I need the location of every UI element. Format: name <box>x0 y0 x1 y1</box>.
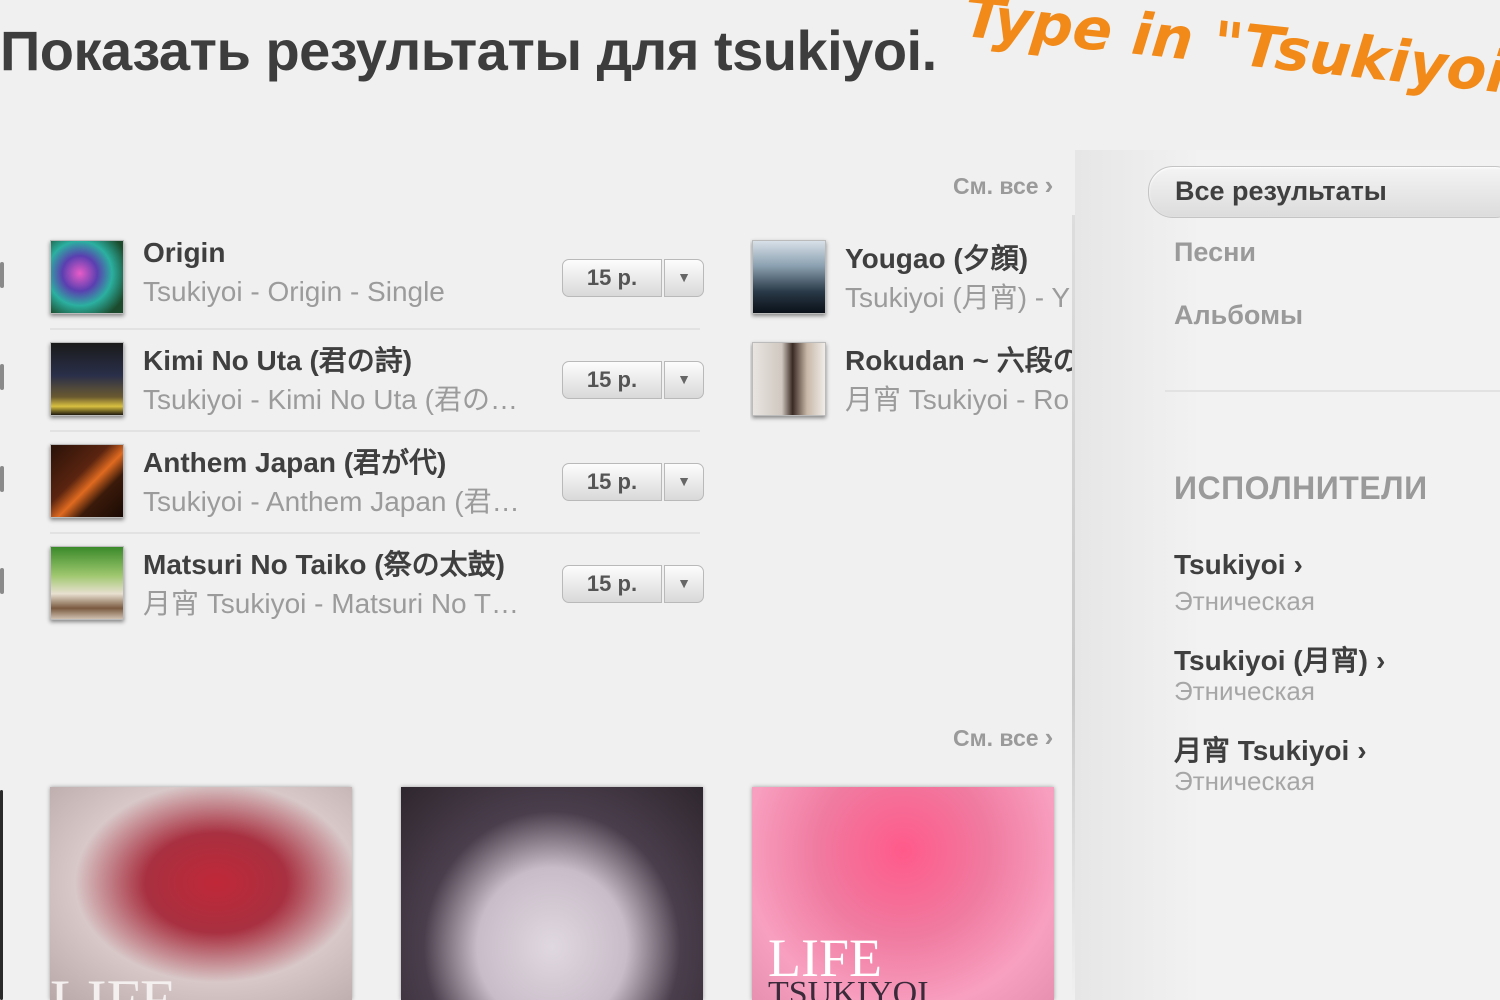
song-artwork <box>752 240 826 314</box>
artist-name-link[interactable]: Tsukiyoi (月宵) › <box>1174 639 1385 679</box>
albums-see-all-link[interactable]: См. все › <box>953 722 1053 753</box>
song-subtitle: Tsukiyoi - Origin - Single <box>143 276 445 307</box>
song-title: Kimi No Uta (君の詩) <box>143 345 413 376</box>
triangle-down-icon: ▼ <box>677 269 691 285</box>
see-all-label: См. все <box>953 725 1039 751</box>
song-row[interactable]: Rokudan ~ 六段の 月宵 Tsukiyoi - Ro <box>752 342 1072 430</box>
annotation-overlay: Type in "Tsukiyoi" <box>960 0 1500 110</box>
song-row[interactable]: Anthem Japan (君が代) Tsukiyoi - Anthem Jap… <box>50 444 710 544</box>
left-edge-indicator <box>0 568 4 594</box>
left-edge-indicator <box>0 364 4 390</box>
song-artwork <box>50 240 124 314</box>
triangle-down-icon: ▼ <box>677 371 691 387</box>
row-divider <box>50 532 700 534</box>
songs-see-all-link[interactable]: См. все › <box>953 170 1053 201</box>
song-title: Yougao (夕顔) <box>845 243 1029 274</box>
filter-albums[interactable]: Альбомы <box>1174 300 1303 331</box>
buy-button-group: 15 р. ▼ <box>562 361 704 399</box>
song-artwork <box>752 342 826 416</box>
buy-button-group: 15 р. ▼ <box>562 565 704 603</box>
sidebar-separator <box>1165 390 1500 392</box>
artist-name-link[interactable]: Tsukiyoi › <box>1174 549 1303 581</box>
chevron-right-icon: › <box>1293 549 1303 580</box>
song-subtitle: 月宵 Tsukiyoi - Matsuri No T… <box>143 588 519 619</box>
filter-label: Все результаты <box>1175 176 1387 206</box>
song-row[interactable]: Origin Tsukiyoi - Origin - Single 15 р. … <box>50 237 710 340</box>
filter-all-results[interactable]: Все результаты <box>1148 166 1500 218</box>
album-cover-subtext: TSUKIYOI <box>768 975 929 1000</box>
triangle-down-icon: ▼ <box>677 473 691 489</box>
page-title: Показать результаты для tsukiyoi. <box>0 19 937 82</box>
album-cover[interactable]: LIFE TSUKIYOI <box>752 787 1054 1000</box>
song-artwork <box>50 342 124 416</box>
buy-button-group: 15 р. ▼ <box>562 259 704 297</box>
price-button[interactable]: 15 р. <box>562 565 662 603</box>
dropdown-arrow-button[interactable]: ▼ <box>664 463 704 501</box>
triangle-down-icon: ▼ <box>677 575 691 591</box>
song-row[interactable]: Yougao (夕顔) Tsukiyoi (月宵) - Y <box>752 240 1072 340</box>
song-row[interactable]: Kimi No Uta (君の詩) Tsukiyoi - Kimi No Uta… <box>50 342 710 442</box>
song-artwork <box>50 444 124 518</box>
see-all-label: См. все <box>953 173 1039 199</box>
dropdown-arrow-button[interactable]: ▼ <box>664 565 704 603</box>
song-subtitle: Tsukiyoi - Kimi No Uta (君の… <box>143 384 518 415</box>
dropdown-arrow-button[interactable]: ▼ <box>664 361 704 399</box>
left-edge-indicator <box>0 466 4 492</box>
song-title: Rokudan ~ 六段の <box>845 345 1072 376</box>
row-divider <box>50 328 700 330</box>
songs-right-column: Yougao (夕顔) Tsukiyoi (月宵) - Y Rokudan ~ … <box>750 230 1072 430</box>
song-subtitle: Tsukiyoi - Anthem Japan (君… <box>143 486 520 517</box>
artist-genre: Этническая <box>1174 586 1315 616</box>
song-title: Origin <box>143 237 226 268</box>
left-edge-indicator <box>0 790 3 1000</box>
album-cover[interactable] <box>401 787 703 1000</box>
chevron-right-icon: › <box>1044 722 1054 752</box>
artist-name-link[interactable]: 月宵 Tsukiyoi › <box>1174 729 1367 769</box>
chevron-right-icon: › <box>1357 735 1367 766</box>
artists-heading: ИСПОЛНИТЕЛИ <box>1174 470 1428 506</box>
artist-genre: Этническая <box>1174 766 1315 796</box>
song-title: Matsuri No Taiko (祭の太鼓) <box>143 549 505 580</box>
artist-name: 月宵 Tsukiyoi <box>1174 735 1350 766</box>
song-subtitle: 月宵 Tsukiyoi - Ro <box>845 384 1070 415</box>
song-subtitle: Tsukiyoi (月宵) - Y <box>845 282 1071 313</box>
left-edge-indicator <box>0 262 4 288</box>
chevron-right-icon: › <box>1044 170 1054 200</box>
price-button[interactable]: 15 р. <box>562 259 662 297</box>
row-divider <box>50 430 700 432</box>
album-cover[interactable]: LIFE <box>50 787 352 1000</box>
chevron-right-icon: › <box>1375 645 1386 676</box>
filter-songs[interactable]: Песни <box>1174 237 1256 268</box>
price-button[interactable]: 15 р. <box>562 463 662 501</box>
song-title: Anthem Japan (君が代) <box>143 447 447 478</box>
song-row[interactable]: Matsuri No Taiko (祭の太鼓) 月宵 Tsukiyoi - Ma… <box>50 546 710 646</box>
artist-genre: Этническая <box>1174 676 1315 706</box>
album-cover-text: LIFE <box>50 967 177 1000</box>
price-button[interactable]: 15 р. <box>562 361 662 399</box>
sidebar-divider <box>1072 215 1075 1000</box>
dropdown-arrow-button[interactable]: ▼ <box>664 259 704 297</box>
song-artwork <box>50 546 124 620</box>
buy-button-group: 15 р. ▼ <box>562 463 704 501</box>
artist-name: Tsukiyoi <box>1174 549 1286 580</box>
artist-name: Tsukiyoi (月宵) <box>1174 645 1368 676</box>
